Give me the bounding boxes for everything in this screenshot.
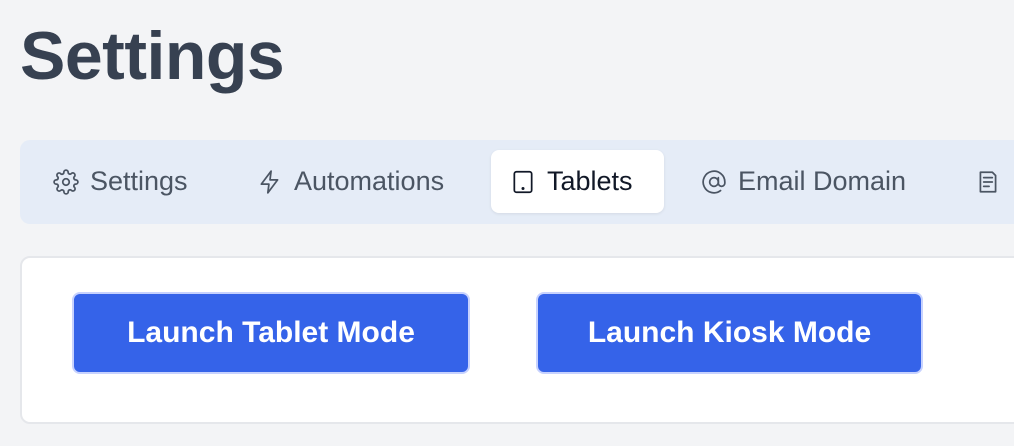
tab-automations[interactable]: Automations bbox=[238, 150, 462, 213]
tab-settings-label: Settings bbox=[90, 166, 188, 196]
launch-kiosk-mode-button[interactable]: Launch Kiosk Mode bbox=[536, 292, 923, 374]
lightning-icon bbox=[256, 168, 284, 196]
settings-page: Settings Settings Automations Tablets Em… bbox=[0, 0, 1014, 446]
tab-more[interactable] bbox=[956, 150, 1014, 213]
tablet-actions-card: Launch Tablet Mode Launch Kiosk Mode bbox=[20, 256, 1014, 424]
at-icon bbox=[700, 168, 728, 196]
gear-icon bbox=[52, 168, 80, 196]
tab-automations-label: Automations bbox=[294, 166, 445, 196]
launch-tablet-mode-button[interactable]: Launch Tablet Mode bbox=[72, 292, 470, 374]
tab-tablets-label: Tablets bbox=[547, 166, 633, 196]
settings-tab-bar: Settings Automations Tablets Email Domai… bbox=[20, 140, 1014, 224]
tab-email-domain[interactable]: Email Domain bbox=[682, 150, 924, 213]
tab-tablets[interactable]: Tablets bbox=[491, 150, 664, 213]
tab-email-domain-label: Email Domain bbox=[738, 166, 907, 196]
tab-settings[interactable]: Settings bbox=[34, 150, 206, 213]
document-icon bbox=[974, 168, 1002, 196]
tablet-icon bbox=[509, 168, 537, 196]
page-title: Settings bbox=[20, 18, 285, 94]
